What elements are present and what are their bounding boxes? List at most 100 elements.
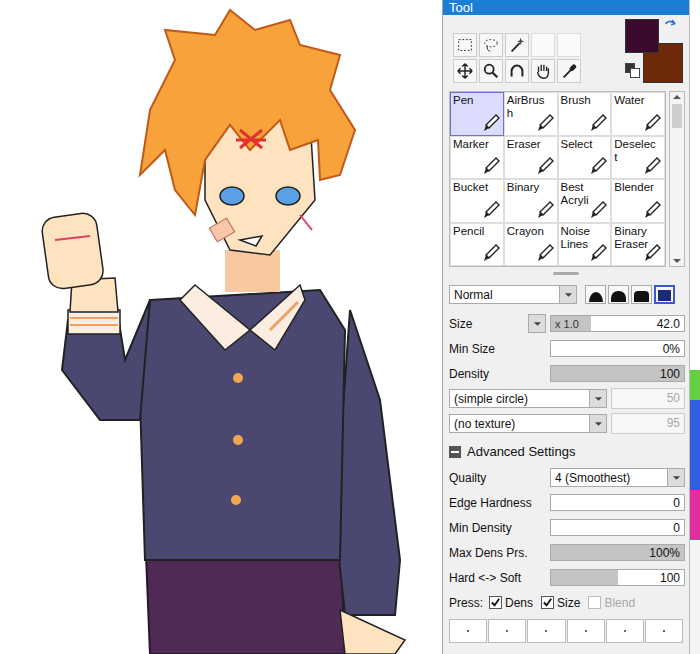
size-preset[interactable] bbox=[488, 619, 526, 643]
tool-button[interactable]: Pen bbox=[450, 92, 504, 136]
zoom-icon[interactable] bbox=[479, 59, 503, 83]
checkbox[interactable] bbox=[541, 596, 554, 609]
tool-panel: Tool PenAirBrushBrushWater MarkerEraserSel… bbox=[442, 0, 689, 654]
brush-shape-button[interactable] bbox=[608, 285, 629, 304]
move-icon[interactable] bbox=[453, 59, 477, 83]
blend-mode-select[interactable]: Normal bbox=[449, 285, 577, 304]
brush-icon bbox=[642, 200, 662, 220]
dropdown-arrow-icon bbox=[667, 469, 684, 486]
tool-button[interactable]: Best Acryli bbox=[558, 179, 612, 223]
size-preset[interactable] bbox=[645, 619, 683, 643]
brush-icon bbox=[535, 113, 555, 133]
tool-button[interactable]: Select bbox=[558, 136, 612, 180]
magic-wand-icon[interactable] bbox=[505, 33, 529, 57]
toolbar bbox=[443, 15, 689, 91]
reset-colors-icon[interactable] bbox=[625, 63, 639, 77]
tool-button[interactable]: Bucket bbox=[450, 179, 504, 223]
tool-list: PenAirBrushBrushWater MarkerEraserSelectD… bbox=[443, 91, 689, 267]
tool-button[interactable]: Binary Eraser bbox=[611, 223, 665, 267]
size-slider[interactable]: x 1.042.0 bbox=[550, 315, 685, 332]
rect-select-icon[interactable] bbox=[453, 33, 477, 57]
size-preset[interactable] bbox=[449, 619, 487, 643]
size-label: Size bbox=[449, 317, 524, 331]
tool-button[interactable]: Deselect bbox=[611, 136, 665, 180]
brush-icon bbox=[535, 243, 555, 263]
quality-select[interactable]: 4 (Smoothest) bbox=[550, 468, 685, 487]
tool-button[interactable]: Brush bbox=[558, 92, 612, 136]
brush-icon bbox=[481, 156, 501, 176]
primary-color[interactable] bbox=[625, 19, 659, 53]
checkbox[interactable] bbox=[588, 596, 601, 609]
pressure-checkbox[interactable]: Size bbox=[541, 596, 580, 610]
slider[interactable]: 100% bbox=[550, 544, 685, 561]
size-preset[interactable] bbox=[527, 619, 565, 643]
size-range-dropdown[interactable] bbox=[528, 314, 546, 333]
resize-grip[interactable] bbox=[553, 272, 579, 275]
tool-button[interactable]: Pencil bbox=[450, 223, 504, 267]
collapse-icon bbox=[449, 446, 461, 458]
brush-icon bbox=[535, 200, 555, 220]
tool-button[interactable]: Noise Lines bbox=[558, 223, 612, 267]
size-presets bbox=[443, 615, 689, 647]
brush-icon bbox=[588, 113, 608, 133]
brush-icon bbox=[535, 156, 555, 176]
adjacent-window-edge bbox=[689, 0, 700, 654]
eyedropper-icon[interactable] bbox=[557, 59, 581, 83]
check-icon bbox=[490, 597, 501, 608]
size-preset[interactable] bbox=[606, 619, 644, 643]
brush-shape-button[interactable] bbox=[585, 285, 606, 304]
slider[interactable]: 0 bbox=[550, 519, 685, 536]
brush-icon bbox=[642, 156, 662, 176]
brush-icon bbox=[481, 113, 501, 133]
tool-button[interactable]: Water bbox=[611, 92, 665, 136]
tool-button[interactable]: Marker bbox=[450, 136, 504, 180]
checkbox[interactable] bbox=[489, 596, 502, 609]
advanced-settings-toggle[interactable]: Advanced Settings bbox=[443, 436, 689, 465]
tool-button[interactable]: AirBrush bbox=[504, 92, 558, 136]
sai-window: Tool PenAirBrushBrushWater MarkerEraserSel… bbox=[0, 0, 700, 654]
brush-texture-select[interactable]: (simple circle) bbox=[449, 389, 607, 408]
slider[interactable]: 100 bbox=[550, 365, 685, 382]
pressure-checkbox[interactable]: Blend bbox=[588, 596, 635, 610]
tool-button[interactable]: Crayon bbox=[504, 223, 558, 267]
quality-label: Quailty bbox=[449, 471, 546, 485]
slider[interactable]: 0% bbox=[550, 340, 685, 357]
title-bar[interactable]: Tool bbox=[443, 0, 689, 15]
pressure-options: Press:DensSizeBlend bbox=[443, 590, 689, 615]
character-artwork bbox=[0, 0, 442, 654]
brush-icon bbox=[642, 113, 662, 133]
brush-icon bbox=[588, 200, 608, 220]
tool-scrollbar[interactable] bbox=[669, 91, 685, 267]
tool-button[interactable]: Binary bbox=[504, 179, 558, 223]
slider-label: Max Dens Prs. bbox=[449, 546, 546, 560]
empty-slot bbox=[557, 33, 581, 57]
dropdown-arrow-icon bbox=[589, 390, 606, 407]
slider-label: Min Size bbox=[449, 342, 546, 356]
texture-amount[interactable]: 95 bbox=[611, 413, 685, 434]
lasso-icon[interactable] bbox=[479, 33, 503, 57]
rotate-icon[interactable] bbox=[505, 59, 529, 83]
dropdown-arrow-icon bbox=[589, 415, 606, 432]
tool-button[interactable]: Eraser bbox=[504, 136, 558, 180]
color-swatches bbox=[623, 19, 685, 85]
brush-shape-button[interactable] bbox=[631, 285, 652, 304]
empty-slot bbox=[531, 33, 555, 57]
hand-icon[interactable] bbox=[531, 59, 555, 83]
texture-amount[interactable]: 50 bbox=[611, 388, 685, 409]
brush-texture-select[interactable]: (no texture) bbox=[449, 414, 607, 433]
swap-colors-icon[interactable] bbox=[663, 19, 677, 33]
pressure-checkbox[interactable]: Dens bbox=[489, 596, 533, 610]
slider-label: Edge Hardness bbox=[449, 496, 546, 510]
brush-icon bbox=[588, 156, 608, 176]
brush-shape-button[interactable] bbox=[654, 285, 675, 304]
brush-icon bbox=[481, 200, 501, 220]
slider-label: Min Density bbox=[449, 521, 546, 535]
size-preset[interactable] bbox=[567, 619, 605, 643]
slider[interactable]: 100 bbox=[550, 569, 685, 586]
brush-icon bbox=[588, 243, 608, 263]
slider-label: Density bbox=[449, 367, 546, 381]
drawing-canvas[interactable] bbox=[0, 0, 442, 654]
dropdown-arrow-icon bbox=[559, 286, 576, 303]
slider[interactable]: 0 bbox=[550, 494, 685, 511]
tool-button[interactable]: Blender bbox=[611, 179, 665, 223]
